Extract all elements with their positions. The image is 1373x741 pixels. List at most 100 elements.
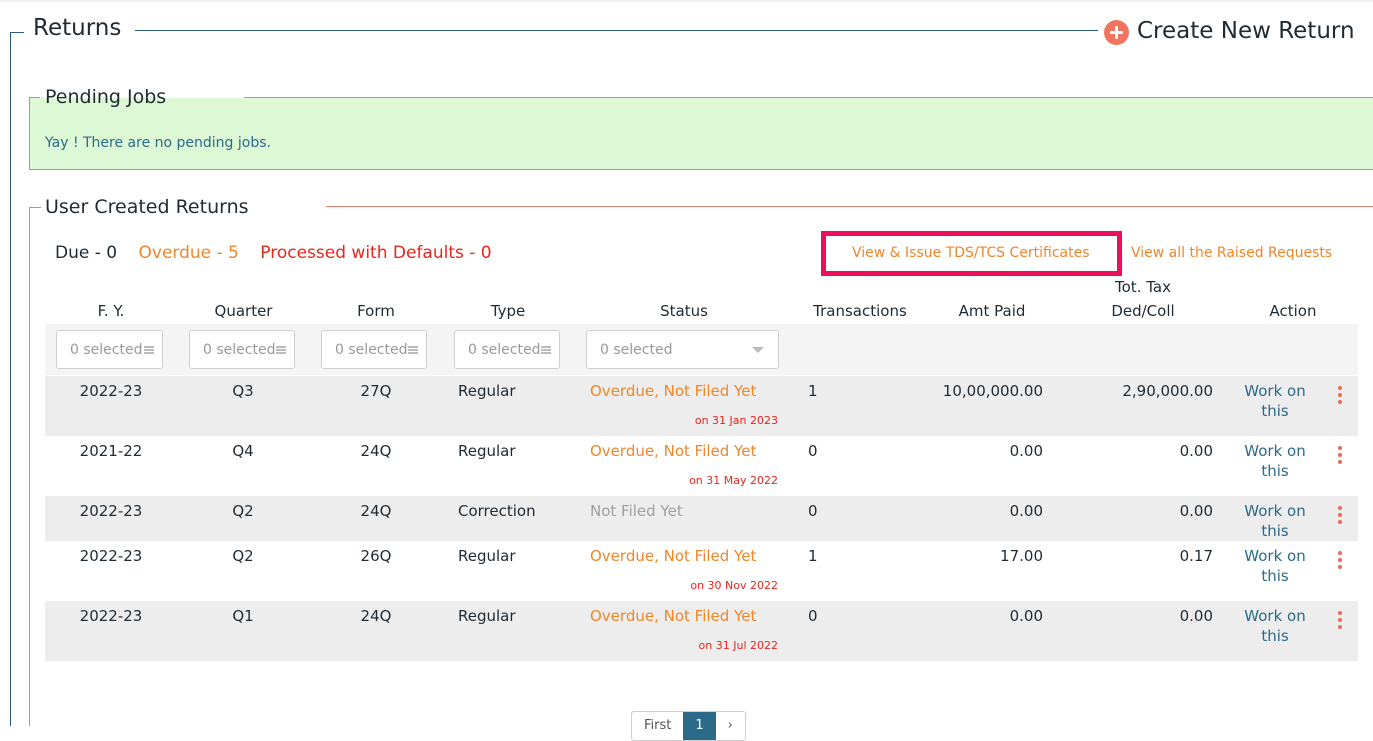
work-this-label: this — [1261, 627, 1289, 645]
cell-tot-tax: 0.00 — [1179, 502, 1213, 520]
pagination: First 1 › — [631, 711, 746, 741]
pagination-first-button[interactable]: First — [632, 712, 683, 740]
cell-amt-paid: 0.00 — [1009, 607, 1043, 625]
cell-transactions: 0 — [808, 502, 818, 520]
filter-status[interactable]: 0 selected — [586, 330, 779, 369]
filter-form[interactable]: 0 selected — [321, 330, 427, 369]
pending-jobs-title: Pending Jobs — [45, 86, 167, 108]
pending-jobs-message: Yay ! There are no pending jobs. — [45, 135, 271, 151]
header-status: Status — [660, 302, 708, 320]
cell-type: Regular — [458, 442, 516, 460]
work-on-this-link[interactable]: Work on this — [1235, 441, 1315, 481]
work-on-label: Work on — [1244, 442, 1306, 460]
cell-amt-paid: 0.00 — [1009, 502, 1043, 520]
view-raised-requests-link[interactable]: View all the Raised Requests — [1131, 245, 1332, 261]
user-returns-frame-border — [29, 207, 30, 726]
cell-form: 26Q — [360, 547, 392, 565]
create-new-return-button[interactable]: Create New Return — [1104, 16, 1355, 45]
work-on-this-link[interactable]: Work on this — [1235, 546, 1315, 586]
pagination-current-page[interactable]: 1 — [683, 712, 716, 740]
header-fy: F. Y. — [97, 302, 125, 320]
pagination-next-button[interactable]: › — [716, 712, 745, 740]
cell-due-date: on 31 Jul 2022 — [698, 639, 778, 652]
cell-quarter: Q2 — [232, 502, 254, 520]
cell-transactions: 1 — [808, 382, 818, 400]
cell-status: Overdue, Not Filed Yet — [590, 547, 757, 565]
page-title: Returns — [33, 15, 122, 41]
cell-quarter: Q3 — [232, 382, 254, 400]
cell-type: Regular — [458, 607, 516, 625]
returns-title-rule — [135, 30, 1098, 31]
table-row: 2022-23 Q1 24Q Regular Overdue, Not File… — [45, 601, 1358, 661]
header-tot-tax: Tot. Tax — [1115, 278, 1171, 296]
work-on-label: Work on — [1244, 382, 1306, 400]
header-action: Action — [1269, 302, 1317, 320]
header-amt-paid: Amt Paid — [958, 302, 1026, 320]
returns-frame-border — [10, 32, 11, 726]
cell-due-date: on 31 May 2022 — [689, 474, 778, 487]
cell-fy: 2022-23 — [79, 607, 143, 625]
cell-type: Regular — [458, 547, 516, 565]
more-options-icon[interactable] — [1338, 446, 1342, 464]
work-on-this-link[interactable]: Work on this — [1235, 606, 1315, 646]
cell-fy: 2022-23 — [79, 502, 143, 520]
header-transactions: Transactions — [813, 302, 907, 320]
work-on-this-link[interactable]: Work on this — [1235, 501, 1315, 541]
cell-form: 24Q — [360, 502, 392, 520]
cell-fy: 2021-22 — [79, 442, 143, 460]
work-on-label: Work on — [1244, 607, 1306, 625]
cell-quarter: Q2 — [232, 547, 254, 565]
cell-form: 27Q — [360, 382, 392, 400]
cell-quarter: Q4 — [232, 442, 254, 460]
cell-type: Correction — [458, 502, 536, 520]
more-options-icon[interactable] — [1338, 386, 1342, 404]
return-counts: Due - 0 Overdue - 5 Processed with Defau… — [55, 243, 508, 263]
user-returns-title-rule — [326, 206, 1373, 207]
filter-fy[interactable]: 0 selected — [56, 330, 163, 369]
header-ded-coll: Ded/Coll — [1111, 302, 1175, 320]
cell-tot-tax: 0.17 — [1179, 547, 1213, 565]
cell-amt-paid: 17.00 — [1000, 547, 1043, 565]
table-row: 2021-22 Q4 24Q Regular Overdue, Not File… — [45, 436, 1358, 496]
cell-status: Not Filed Yet — [590, 502, 683, 520]
header-form: Form — [357, 302, 395, 320]
cell-tot-tax: 0.00 — [1179, 442, 1213, 460]
work-on-label: Work on — [1244, 547, 1306, 565]
cell-status: Overdue, Not Filed Yet — [590, 442, 757, 460]
list-icon — [408, 346, 418, 354]
header-type: Type — [490, 302, 526, 320]
cell-due-date: on 30 Nov 2022 — [690, 579, 778, 592]
user-returns-frame-corner — [29, 207, 41, 208]
cell-quarter: Q1 — [232, 607, 254, 625]
list-icon — [276, 346, 286, 354]
more-options-icon[interactable] — [1338, 611, 1342, 629]
cell-transactions: 1 — [808, 547, 818, 565]
overdue-count-filter[interactable]: Overdue - 5 — [139, 243, 239, 263]
due-count-filter[interactable]: Due - 0 — [55, 243, 117, 263]
view-issue-certificates-link[interactable]: View & Issue TDS/TCS Certificates — [852, 245, 1090, 261]
cell-tot-tax: 2,90,000.00 — [1122, 382, 1213, 400]
work-this-label: this — [1261, 462, 1289, 480]
work-on-label: Work on — [1244, 502, 1306, 520]
chevron-down-icon — [752, 347, 764, 353]
filter-form-value: 0 selected — [335, 342, 408, 358]
filter-status-value: 0 selected — [600, 342, 673, 358]
work-this-label: this — [1261, 567, 1289, 585]
more-options-icon[interactable] — [1338, 551, 1342, 569]
filter-type-value: 0 selected — [468, 342, 541, 358]
work-on-this-link[interactable]: Work on this — [1235, 381, 1315, 421]
cell-type: Regular — [458, 382, 516, 400]
user-returns-title: User Created Returns — [45, 196, 249, 218]
list-icon — [144, 346, 154, 354]
table-row: 2022-23 Q3 27Q Regular Overdue, Not File… — [45, 376, 1358, 436]
cell-status: Overdue, Not Filed Yet — [590, 607, 757, 625]
plus-circle-icon — [1104, 20, 1129, 45]
filter-type[interactable]: 0 selected — [454, 330, 560, 369]
cell-fy: 2022-23 — [79, 382, 143, 400]
list-icon — [541, 346, 551, 354]
filter-quarter[interactable]: 0 selected — [189, 330, 295, 369]
more-options-icon[interactable] — [1338, 506, 1342, 524]
defaults-count-filter[interactable]: Processed with Defaults - 0 — [260, 243, 491, 263]
work-this-label: this — [1261, 402, 1289, 420]
cell-form: 24Q — [360, 442, 392, 460]
